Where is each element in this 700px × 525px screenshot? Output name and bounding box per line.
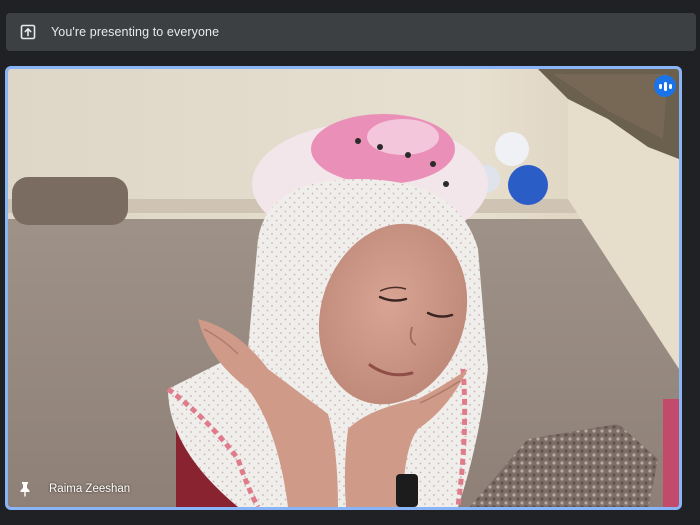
presenting-text: You're presenting to everyone [51,25,220,39]
adjacent-tile-edge [684,66,700,510]
participant-video [8,69,679,507]
present-to-all-icon [19,23,37,41]
presenting-banner: You're presenting to everyone [6,13,696,51]
participant-video-tile[interactable]: Raima Zeeshan [5,66,682,510]
audio-level-icon [654,75,676,97]
participant-name: Raima Zeeshan [49,483,131,495]
pin-icon[interactable] [18,481,32,497]
participant-name-row: Raima Zeeshan [18,481,130,497]
